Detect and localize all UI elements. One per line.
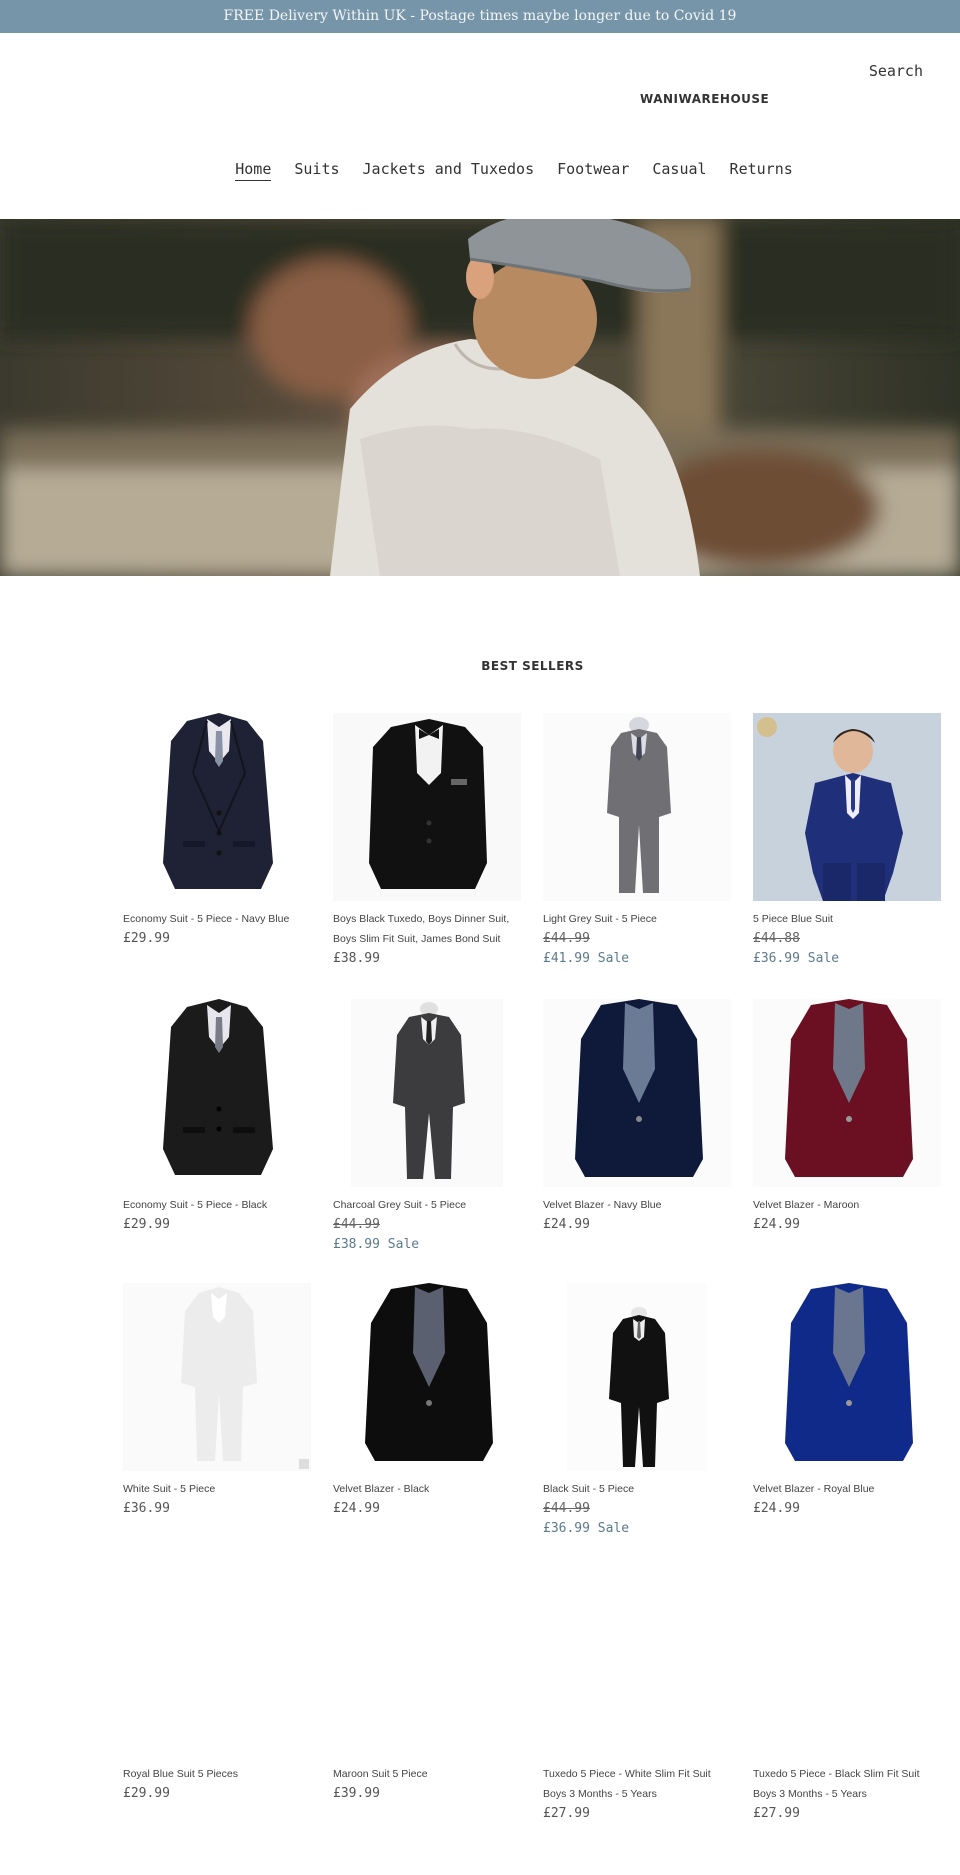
product-card[interactable]: Tuxedo 5 Piece - Black Slim Fit Suit Boy… [753,1568,941,1824]
product-title[interactable]: Light Grey Suit - 5 Piece [543,909,731,929]
product-title[interactable]: Royal Blue Suit 5 Pieces [123,1764,311,1784]
product-card[interactable]: Economy Suit - 5 Piece - Navy Blue £29.9… [123,713,311,949]
product-title[interactable]: Velvet Blazer - Black [333,1479,521,1499]
product-image[interactable] [333,1283,521,1471]
store-logo[interactable]: WANIWAREHOUSE [640,92,769,106]
product-image[interactable] [543,999,731,1187]
product-title[interactable]: Boys Black Tuxedo, Boys Dinner Suit, Boy… [333,909,521,949]
product-title[interactable]: Maroon Suit 5 Piece [333,1764,521,1784]
sale-price: £41.99 Sale [543,951,630,966]
sale-price: £36.99 Sale [543,1521,630,1536]
compare-price: £44.88 [753,931,800,946]
product-image[interactable] [123,1568,311,1756]
nav-home[interactable]: Home [235,160,272,181]
compare-price: £44.99 [543,931,590,946]
product-image[interactable] [543,713,731,901]
product-image[interactable] [333,999,521,1187]
product-image[interactable] [753,1568,941,1756]
compare-price: £44.99 [333,1217,380,1232]
product-card[interactable]: Maroon Suit 5 Piece £39.99 [333,1568,521,1804]
product-card[interactable]: Tuxedo 5 Piece - White Slim Fit Suit Boy… [543,1568,731,1824]
product-price: £27.99 [753,1806,800,1821]
sale-price: £38.99 Sale [333,1237,420,1252]
product-card[interactable]: 5 Piece Blue Suit £44.88 £36.99 Sale [753,713,941,969]
section-title: BEST SELLERS [481,659,584,673]
product-title[interactable]: Economy Suit - 5 Piece - Black [123,1195,311,1215]
hero-image [0,219,960,576]
product-card[interactable]: Light Grey Suit - 5 Piece £44.99 £41.99 … [543,713,731,969]
product-price: £24.99 [753,1501,800,1516]
product-price: £24.99 [543,1217,590,1232]
product-image[interactable] [753,999,941,1187]
product-price: £36.99 [123,1501,170,1516]
product-title[interactable]: 5 Piece Blue Suit [753,909,941,929]
product-image[interactable] [543,1568,731,1756]
product-title[interactable]: Velvet Blazer - Royal Blue [753,1479,941,1499]
nav-returns[interactable]: Returns [730,160,793,181]
nav-casual[interactable]: Casual [652,160,706,181]
product-title[interactable]: Velvet Blazer - Navy Blue [543,1195,731,1215]
product-card[interactable]: Velvet Blazer - Maroon £24.99 [753,999,941,1235]
product-price: £29.99 [123,931,170,946]
product-image[interactable] [333,1568,521,1756]
product-price: £24.99 [753,1217,800,1232]
product-price: £24.99 [333,1501,380,1516]
product-title[interactable]: Tuxedo 5 Piece - Black Slim Fit Suit Boy… [753,1764,941,1804]
nav-jackets-and-tuxedos[interactable]: Jackets and Tuxedos [363,160,535,181]
product-card[interactable]: White Suit - 5 Piece £36.99 [123,1283,311,1519]
product-price: £29.99 [123,1786,170,1801]
product-card[interactable]: Velvet Blazer - Royal Blue £24.99 [753,1283,941,1519]
product-image[interactable] [333,713,521,901]
sale-price: £36.99 Sale [753,951,840,966]
product-card[interactable]: Black Suit - 5 Piece £44.99 £36.99 Sale [543,1283,731,1539]
product-image[interactable] [753,1283,941,1471]
product-image[interactable] [123,713,311,901]
nav-footwear[interactable]: Footwear [557,160,629,181]
product-title[interactable]: Tuxedo 5 Piece - White Slim Fit Suit Boy… [543,1764,731,1804]
product-card[interactable]: Velvet Blazer - Black £24.99 [333,1283,521,1519]
product-image[interactable] [123,1283,311,1471]
product-card[interactable]: Economy Suit - 5 Piece - Black £29.99 [123,999,311,1235]
product-title[interactable]: White Suit - 5 Piece [123,1479,311,1499]
main-nav: Home Suits Jackets and Tuxedos Footwear … [0,160,960,181]
product-card[interactable]: Charcoal Grey Suit - 5 Piece £44.99 £38.… [333,999,521,1255]
product-image[interactable] [543,1283,731,1471]
product-card[interactable]: Boys Black Tuxedo, Boys Dinner Suit, Boy… [333,713,521,969]
product-title[interactable]: Velvet Blazer - Maroon [753,1195,941,1215]
nav-suits[interactable]: Suits [294,160,339,181]
product-price: £29.99 [123,1217,170,1232]
product-price: £38.99 [333,951,380,966]
announcement-bar: FREE Delivery Within UK - Postage times … [0,0,960,33]
product-title[interactable]: Charcoal Grey Suit - 5 Piece [333,1195,521,1215]
product-card[interactable]: Velvet Blazer - Navy Blue £24.99 [543,999,731,1235]
product-price: £39.99 [333,1786,380,1801]
product-image[interactable] [753,713,941,901]
product-price: £27.99 [543,1806,590,1821]
search-link[interactable]: Search [869,62,923,80]
product-title[interactable]: Black Suit - 5 Piece [543,1479,731,1499]
product-title[interactable]: Economy Suit - 5 Piece - Navy Blue [123,909,311,929]
product-image[interactable] [123,999,311,1187]
product-card[interactable]: Royal Blue Suit 5 Pieces £29.99 [123,1568,311,1804]
compare-price: £44.99 [543,1501,590,1516]
